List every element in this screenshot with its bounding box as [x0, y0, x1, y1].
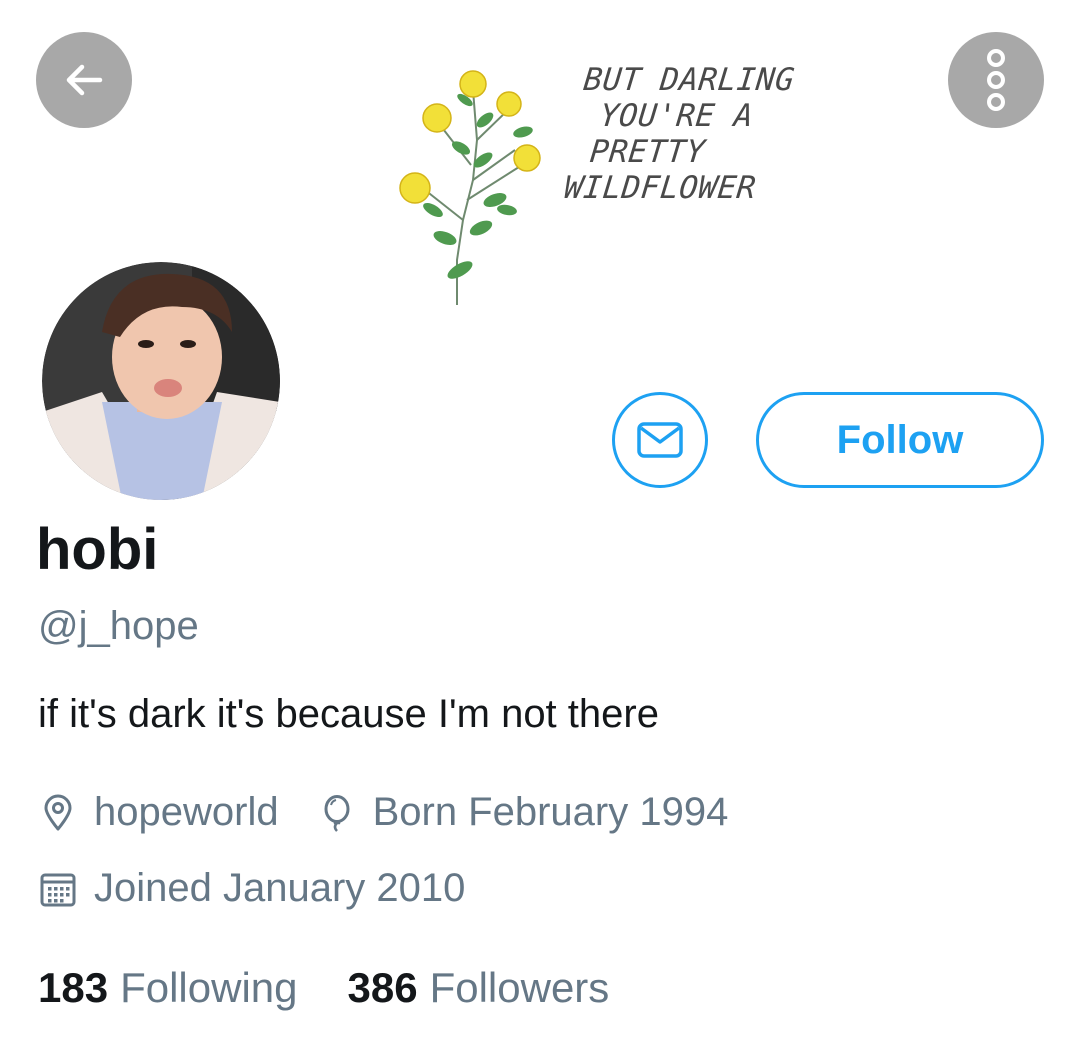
profile-name: hobi — [36, 517, 159, 582]
birthday-text: Born February 1994 — [372, 790, 729, 834]
banner-quote: BUT DARLING YOU'RE A PRETTY WILDFLOWER — [562, 62, 797, 206]
profile-bio: if it's dark it's because I'm not there — [38, 692, 659, 736]
envelope-icon — [637, 422, 683, 458]
location-pin-icon — [44, 794, 72, 830]
balloon-icon — [324, 794, 350, 832]
quote-line: PRETTY — [588, 134, 707, 170]
following-label: Following — [120, 964, 298, 1011]
wildflower-illustration — [399, 70, 541, 305]
calendar-icon — [40, 873, 76, 906]
avatar[interactable] — [36, 256, 286, 506]
followers-link[interactable]: 386 Followers — [348, 964, 610, 1012]
location-text[interactable]: hopeworld — [94, 790, 279, 835]
profile-stats: 183 Following 386 Followers — [38, 964, 609, 1012]
follow-button[interactable]: Follow — [756, 392, 1044, 488]
message-button[interactable] — [612, 392, 708, 488]
joined-text: Joined January 2010 — [94, 866, 466, 910]
back-button[interactable] — [36, 32, 132, 128]
profile-birthday: Born February 1994 — [317, 790, 729, 835]
profile-joined: Joined January 2010 — [38, 866, 465, 911]
quote-line: YOU'RE A — [598, 98, 756, 134]
profile-meta-row: Joined January 2010 — [38, 866, 465, 911]
profile-handle: @j_hope — [38, 604, 199, 648]
profile-location: hopeworld — [38, 790, 279, 835]
more-options-button[interactable] — [948, 32, 1044, 128]
more-vertical-icon — [987, 49, 1005, 111]
avatar-photo — [42, 262, 280, 500]
quote-line: BUT DARLING — [581, 62, 797, 98]
followers-label: Followers — [429, 964, 610, 1011]
following-count: 183 — [38, 964, 109, 1011]
following-link[interactable]: 183 Following — [38, 964, 298, 1012]
profile-meta-row: hopeworld Born February 1994 — [38, 790, 728, 835]
arrow-left-icon — [66, 64, 103, 96]
quote-line: WILDFLOWER — [562, 170, 758, 206]
followers-count: 386 — [347, 964, 418, 1011]
